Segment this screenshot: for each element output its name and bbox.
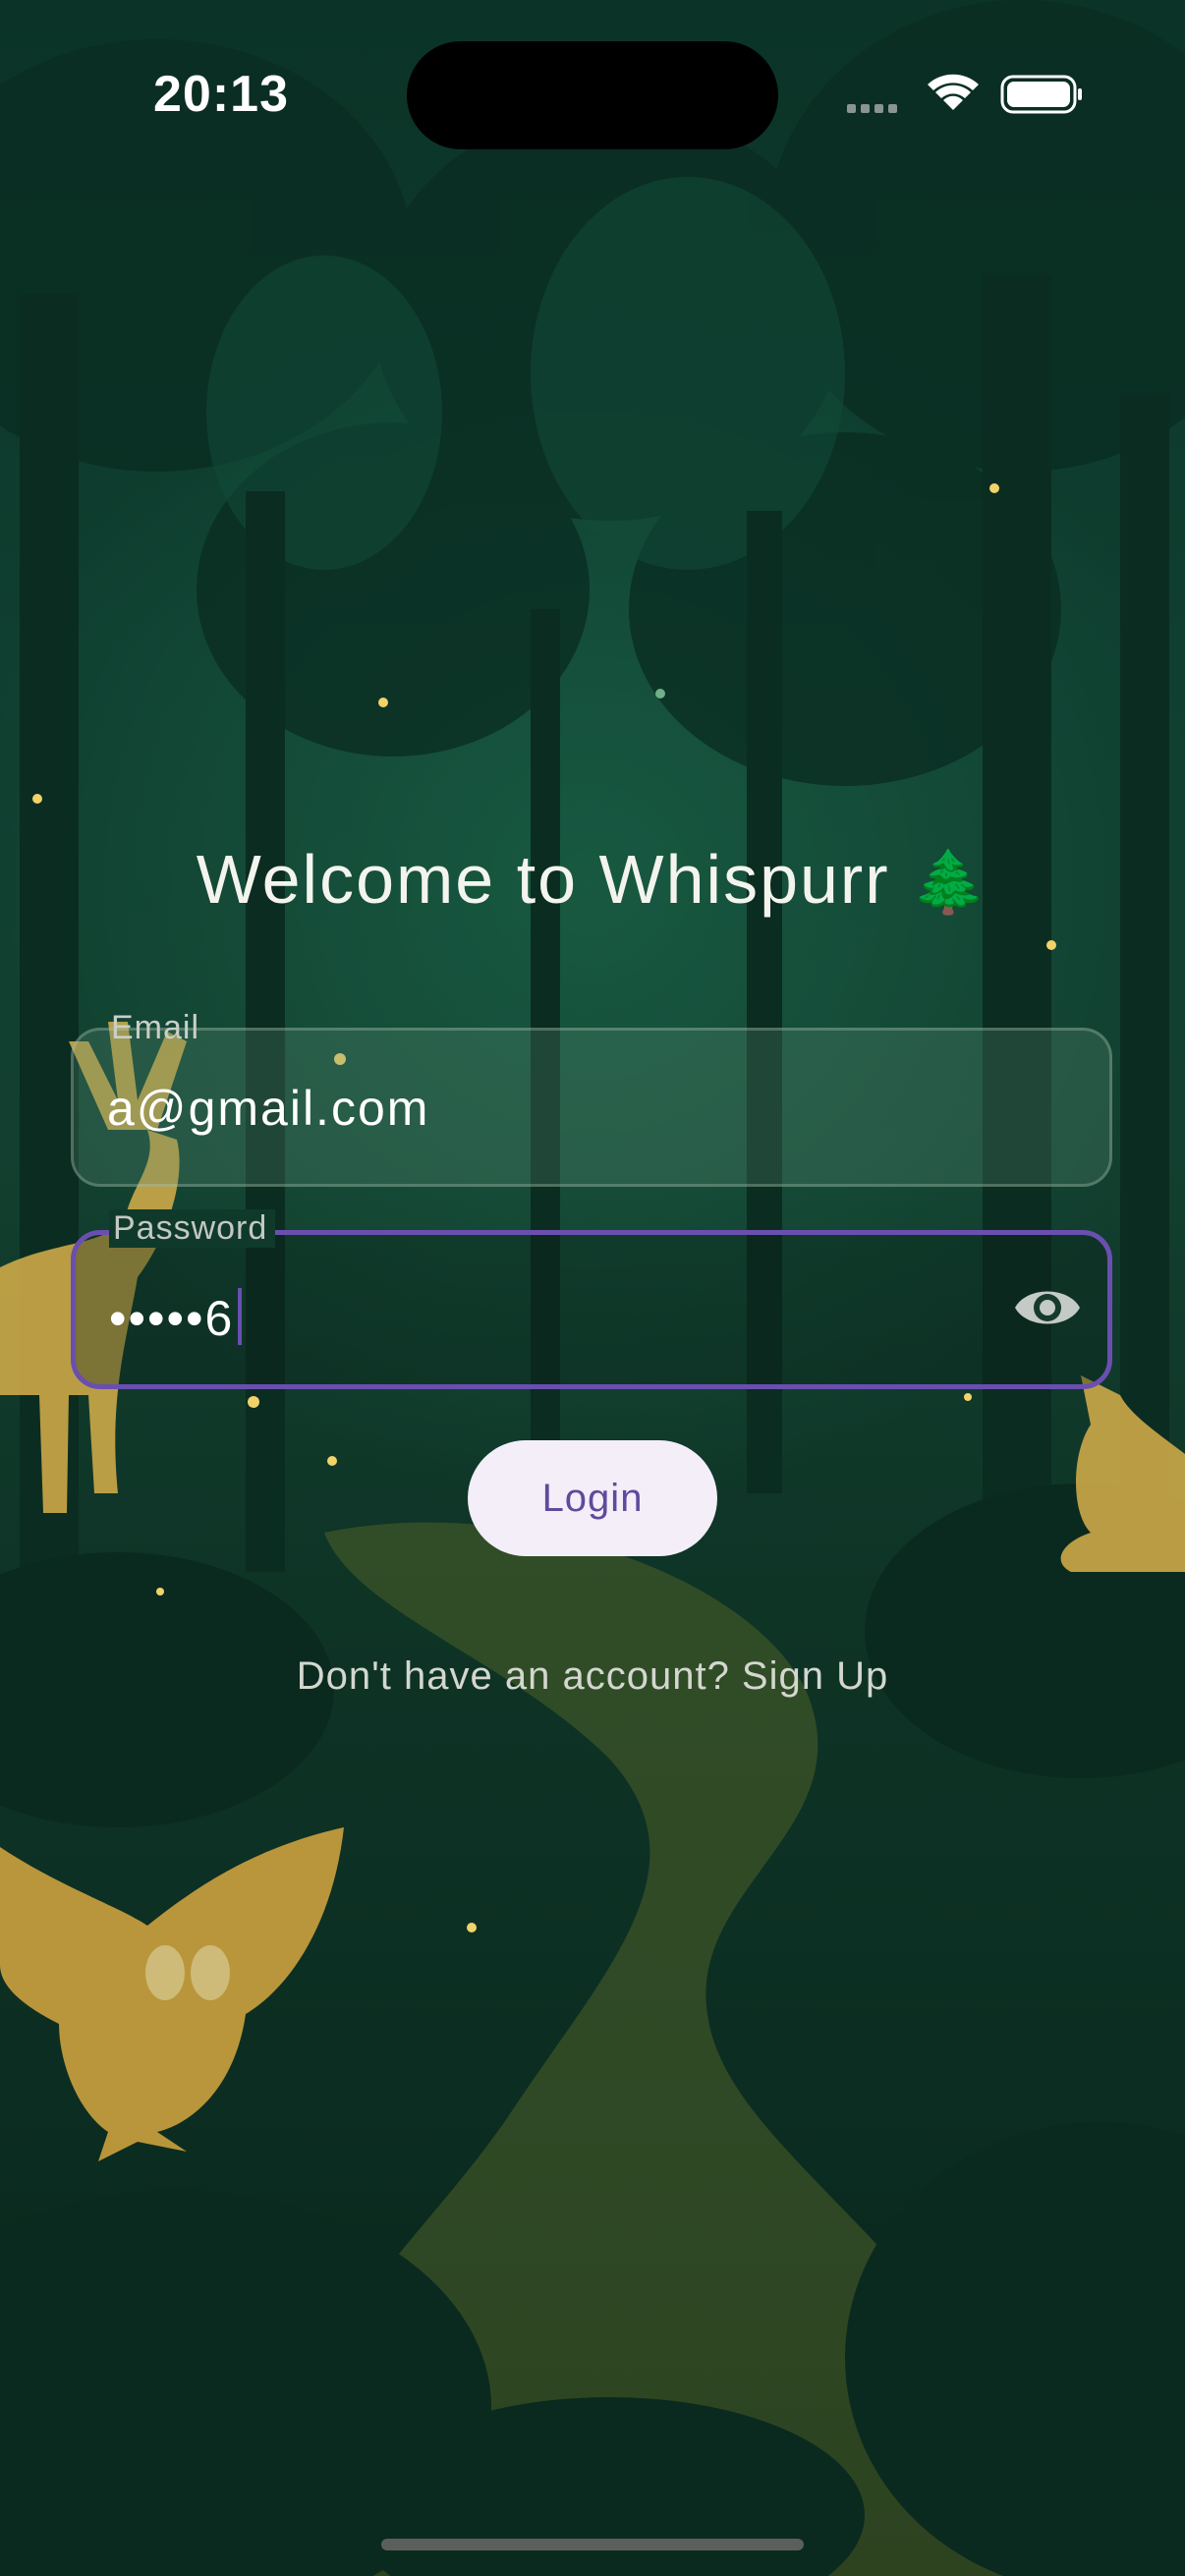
- status-icons: [847, 74, 1082, 114]
- tree-emoji: 🌲: [911, 849, 989, 917]
- password-value-wrap[interactable]: •••••6: [109, 1288, 243, 1347]
- password-field[interactable]: Password •••••6: [71, 1209, 1112, 1389]
- login-screen: 20:13 Welcome to Whispurr 🌲 Email a@gmai…: [0, 0, 1185, 2576]
- text-cursor: [238, 1288, 243, 1345]
- eye-icon[interactable]: [1011, 1278, 1084, 1337]
- welcome-title: Welcome to Whispurr 🌲: [0, 840, 1185, 919]
- signup-link[interactable]: Don't have an account? Sign Up: [0, 1654, 1185, 1699]
- signal-icon: [847, 104, 897, 113]
- password-value: •••••6: [109, 1291, 235, 1346]
- login-button[interactable]: Login: [468, 1440, 717, 1556]
- email-label: Email: [111, 1009, 200, 1046]
- welcome-title-text: Welcome to Whispurr: [196, 841, 890, 918]
- home-indicator: [381, 2539, 804, 2550]
- password-label: Password: [109, 1209, 276, 1248]
- status-time: 20:13: [153, 66, 289, 123]
- dynamic-island: [407, 41, 778, 149]
- wifi-icon: [928, 74, 979, 110]
- email-field[interactable]: Email a@gmail.com: [71, 1009, 1112, 1187]
- battery-icon: [1000, 75, 1082, 114]
- email-value[interactable]: a@gmail.com: [107, 1080, 429, 1137]
